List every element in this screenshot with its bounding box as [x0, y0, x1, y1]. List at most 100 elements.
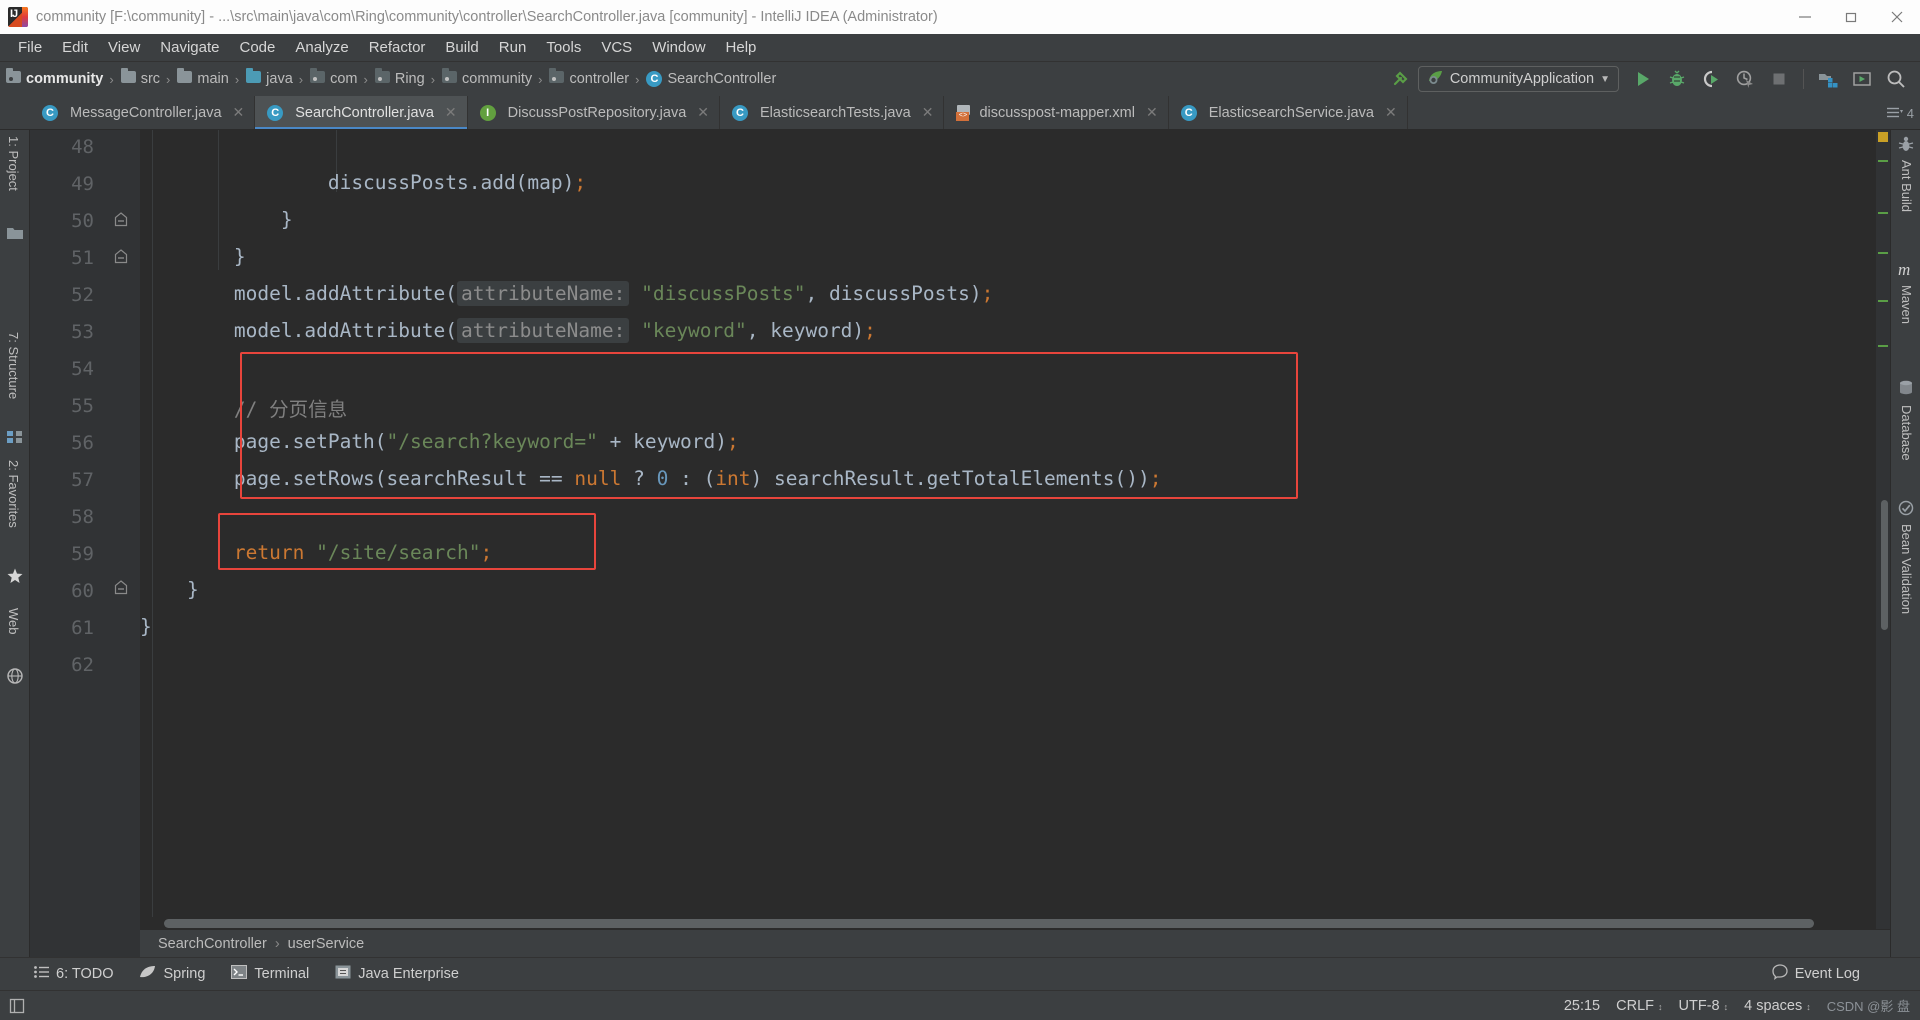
chevron-down-icon[interactable]: ▼	[1600, 74, 1610, 85]
breadcrumb-item-ring[interactable]: Ring	[374, 68, 425, 87]
bottom-breadcrumb-member[interactable]: userService	[288, 936, 365, 952]
menu-view[interactable]: View	[98, 36, 150, 59]
editor-tab-elasticsearchtests[interactable]: C ElasticsearchTests.java ✕	[720, 96, 945, 129]
sidebar-item-favorites[interactable]: 2: Favorites	[6, 460, 21, 528]
build-hammer-icon[interactable]	[1384, 64, 1416, 94]
change-marker[interactable]	[1878, 300, 1888, 302]
breadcrumb-item-main[interactable]: main	[177, 68, 229, 87]
menu-help[interactable]: Help	[716, 36, 767, 59]
breadcrumb-item-com[interactable]: com	[310, 68, 358, 87]
tab-close-icon[interactable]: ✕	[697, 104, 709, 121]
code-text-area[interactable]: discussPosts.add(map); } } model.addAttr…	[140, 130, 1890, 957]
menu-file[interactable]: File	[8, 36, 52, 59]
menu-analyze[interactable]: Analyze	[285, 36, 358, 59]
code-fold-collapse-icon[interactable]	[114, 212, 128, 227]
maximize-button[interactable]	[1828, 0, 1874, 34]
change-marker[interactable]	[1878, 160, 1888, 162]
breadcrumb-item-searchcontroller[interactable]: C SearchController	[646, 71, 776, 87]
menu-navigate[interactable]: Navigate	[150, 36, 229, 59]
tab-overflow-control[interactable]: 4	[1886, 96, 1920, 130]
change-marker[interactable]	[1878, 345, 1888, 347]
event-log-button[interactable]: Event Log	[1772, 957, 1860, 990]
chevron-updown-icon[interactable]: ↕	[1806, 1002, 1811, 1012]
run-configuration-selector[interactable]: CommunityApplication ▼	[1417, 66, 1619, 92]
breadcrumb-item-src[interactable]: src	[120, 68, 160, 87]
code-line: model.addAttribute(attributeName: "discu…	[140, 281, 994, 306]
line-separator-label[interactable]: CRLF ↕	[1616, 998, 1662, 1014]
editor-marker-stripe[interactable]	[1876, 130, 1890, 957]
update-icon[interactable]	[1846, 64, 1878, 94]
debug-icon[interactable]	[1661, 64, 1693, 94]
tool-button-spring[interactable]: Spring	[139, 965, 205, 983]
stop-icon[interactable]	[1763, 64, 1795, 94]
tool-button-terminal[interactable]: Terminal	[231, 965, 309, 983]
project-structure-icon[interactable]	[1812, 64, 1844, 94]
sidebar-item-maven[interactable]: Maven	[1899, 285, 1914, 324]
database-icon[interactable]	[1898, 380, 1914, 396]
warning-marker[interactable]	[1878, 132, 1888, 142]
tab-close-icon[interactable]: ✕	[1146, 104, 1158, 121]
tab-close-icon[interactable]: ✕	[445, 104, 457, 121]
menu-window[interactable]: Window	[642, 36, 715, 59]
project-icon[interactable]	[7, 226, 23, 242]
maven-icon[interactable]: m	[1898, 260, 1914, 279]
structure-icon[interactable]	[7, 430, 23, 446]
menu-edit[interactable]: Edit	[52, 36, 98, 59]
breadcrumb-item-community-pkg[interactable]: community	[442, 68, 532, 87]
editor-tab-discusspost-mapper[interactable]: discusspost-mapper.xml ✕	[944, 96, 1169, 129]
scrollbar-thumb[interactable]	[164, 919, 1814, 928]
code-fold-collapse-icon[interactable]	[114, 249, 128, 264]
chevron-updown-icon[interactable]: ↕	[1658, 1002, 1663, 1012]
indent-label[interactable]: 4 spaces ↕	[1744, 998, 1811, 1014]
menu-code[interactable]: Code	[229, 36, 285, 59]
editor-horizontal-scrollbar[interactable]	[140, 919, 1890, 929]
tool-button-todo[interactable]: 6: TODO	[34, 966, 113, 982]
editor-tab-elasticsearchservice[interactable]: C ElasticsearchService.java ✕	[1169, 96, 1408, 129]
sidebar-item-project[interactable]: 1: Project	[6, 136, 21, 191]
chevron-updown-icon[interactable]: ↕	[1724, 1002, 1729, 1012]
line-number: 59	[71, 543, 94, 565]
web-icon[interactable]	[7, 668, 23, 684]
sidebar-item-ant-build[interactable]: Ant Build	[1899, 160, 1914, 212]
close-button[interactable]	[1874, 0, 1920, 34]
hide-tool-windows-button[interactable]	[0, 997, 26, 1015]
run-with-coverage-icon[interactable]	[1695, 64, 1727, 94]
menu-refactor[interactable]: Refactor	[359, 36, 436, 59]
editor-vertical-scrollbar[interactable]	[1881, 500, 1888, 630]
code-editor[interactable]: 48 49 50 51 52 53 54 55 56 57 58 59 60 6…	[30, 130, 1890, 957]
tab-close-icon[interactable]: ✕	[922, 104, 934, 121]
minimize-button[interactable]	[1782, 0, 1828, 34]
breadcrumb-item-community[interactable]: community	[6, 68, 103, 87]
sidebar-item-structure[interactable]: 7: Structure	[6, 332, 21, 399]
menu-run[interactable]: Run	[489, 36, 537, 59]
menu-build[interactable]: Build	[435, 36, 488, 59]
tab-list-icon[interactable]	[1886, 106, 1903, 121]
bottom-breadcrumb-class[interactable]: SearchController	[158, 936, 267, 952]
favorites-star-icon[interactable]	[7, 568, 23, 584]
menu-tools[interactable]: Tools	[536, 36, 591, 59]
sidebar-item-web[interactable]: Web	[6, 608, 21, 635]
change-marker[interactable]	[1878, 252, 1888, 254]
bean-validation-icon[interactable]	[1898, 500, 1914, 516]
encoding-label[interactable]: UTF-8 ↕	[1679, 998, 1729, 1014]
sidebar-item-bean-validation[interactable]: Bean Validation	[1899, 524, 1914, 614]
editor-tab-messagecontroller[interactable]: C MessageController.java ✕	[30, 96, 256, 129]
editor-tab-discusspostrepository[interactable]: I DiscussPostRepository.java ✕	[468, 96, 721, 129]
editor-gutter[interactable]: 48 49 50 51 52 53 54 55 56 57 58 59 60 6…	[30, 130, 140, 957]
ant-build-icon[interactable]	[1898, 136, 1914, 152]
code-fold-collapse-icon[interactable]	[114, 580, 128, 595]
change-marker[interactable]	[1878, 212, 1888, 214]
run-icon[interactable]	[1627, 64, 1659, 94]
search-everywhere-icon[interactable]	[1880, 64, 1912, 94]
sidebar-item-database[interactable]: Database	[1899, 405, 1914, 461]
caret-position-label[interactable]: 25:15	[1564, 998, 1600, 1014]
menu-vcs[interactable]: VCS	[591, 36, 642, 59]
tab-close-icon[interactable]: ✕	[1385, 104, 1397, 121]
breadcrumb-item-controller[interactable]: controller	[549, 68, 629, 87]
profile-icon[interactable]	[1729, 64, 1761, 94]
breadcrumb-item-java[interactable]: java	[246, 68, 293, 87]
sidebar-item-label: Ant Build	[1899, 160, 1914, 213]
tool-button-java-enterprise[interactable]: Java Enterprise	[335, 965, 459, 983]
editor-tab-searchcontroller[interactable]: C SearchController.java ✕	[255, 96, 468, 129]
tab-close-icon[interactable]: ✕	[233, 104, 245, 121]
